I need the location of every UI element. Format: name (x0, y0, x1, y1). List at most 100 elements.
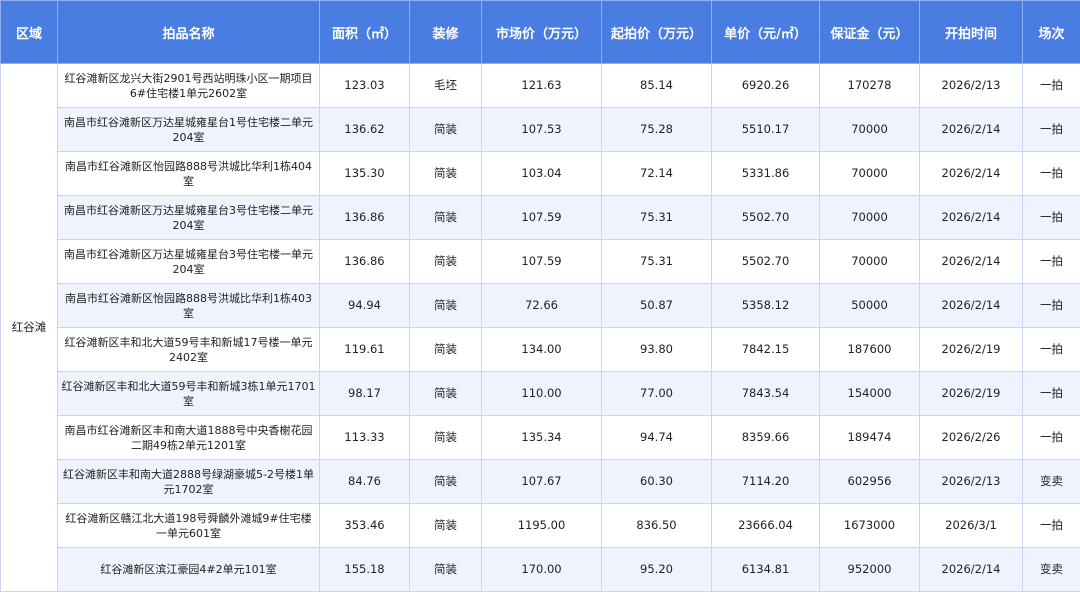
unit-price-cell: 5510.17 (712, 108, 820, 152)
header-row: 区域拍品名称面积（㎡）装修市场价（万元）起拍价（万元）单价（元/㎡）保证金（元）… (1, 1, 1080, 64)
round-cell: 变卖 (1023, 548, 1080, 592)
market-price-cell: 170.00 (482, 548, 602, 592)
area-cell: 353.46 (320, 504, 410, 548)
lot-name-cell: 红谷滩新区丰和南大道2888号绿湖豪城5-2号楼1单元1702室 (58, 460, 320, 504)
market-price-cell: 135.34 (482, 416, 602, 460)
deposit-cell: 187600 (820, 328, 920, 372)
lot-name-cell: 南昌市红谷滩新区万达星城雍星台3号住宅楼二单元204室 (58, 196, 320, 240)
decoration-cell: 简装 (410, 284, 482, 328)
market-price-cell: 103.04 (482, 152, 602, 196)
area-cell: 84.76 (320, 460, 410, 504)
header-unit-price: 单价（元/㎡） (712, 1, 820, 64)
lot-name-cell: 红谷滩新区赣江北大道198号舜麟外滩城9#住宅楼一单元601室 (58, 504, 320, 548)
header-area: 面积（㎡） (320, 1, 410, 64)
deposit-cell: 602956 (820, 460, 920, 504)
header-lot-name: 拍品名称 (58, 1, 320, 64)
area-cell: 98.17 (320, 372, 410, 416)
round-cell: 一拍 (1023, 328, 1080, 372)
lot-name-cell: 南昌市红谷滩新区怡园路888号洪城比华利1栋403室 (58, 284, 320, 328)
table-row: 南昌市红谷滩新区万达星城雍星台3号住宅楼二单元204室136.86简装107.5… (1, 196, 1080, 240)
header-round: 场次 (1023, 1, 1080, 64)
decoration-cell: 简装 (410, 196, 482, 240)
market-price-cell: 110.00 (482, 372, 602, 416)
starting-price-cell: 60.30 (602, 460, 712, 504)
lot-name-cell: 红谷滩新区滨江豪园4#2单元101室 (58, 548, 320, 592)
starting-price-cell: 95.20 (602, 548, 712, 592)
table-row: 南昌市红谷滩新区丰和南大道1888号中央香榭花园二期49栋2单元1201室113… (1, 416, 1080, 460)
round-cell: 一拍 (1023, 372, 1080, 416)
auction-table: 区域拍品名称面积（㎡）装修市场价（万元）起拍价（万元）单价（元/㎡）保证金（元）… (0, 0, 1080, 592)
header-deposit: 保证金（元） (820, 1, 920, 64)
header-starting-price: 起拍价（万元） (602, 1, 712, 64)
auction-date-cell: 2026/2/14 (920, 196, 1023, 240)
starting-price-cell: 75.28 (602, 108, 712, 152)
area-cell: 123.03 (320, 64, 410, 108)
starting-price-cell: 75.31 (602, 196, 712, 240)
unit-price-cell: 5358.12 (712, 284, 820, 328)
auction-date-cell: 2026/3/1 (920, 504, 1023, 548)
table-row: 南昌市红谷滩新区怡园路888号洪城比华利1栋403室94.94简装72.6650… (1, 284, 1080, 328)
lot-name-cell: 红谷滩新区丰和北大道59号丰和新城3栋1单元1701室 (58, 372, 320, 416)
market-price-cell: 134.00 (482, 328, 602, 372)
unit-price-cell: 6920.26 (712, 64, 820, 108)
starting-price-cell: 85.14 (602, 64, 712, 108)
table-row: 红谷滩新区丰和北大道59号丰和新城17号楼一单元2402室119.61简装134… (1, 328, 1080, 372)
unit-price-cell: 5502.70 (712, 196, 820, 240)
auction-date-cell: 2026/2/14 (920, 108, 1023, 152)
area-cell: 136.86 (320, 196, 410, 240)
unit-price-cell: 7842.15 (712, 328, 820, 372)
starting-price-cell: 50.87 (602, 284, 712, 328)
starting-price-cell: 72.14 (602, 152, 712, 196)
table-row: 红谷滩新区丰和南大道2888号绿湖豪城5-2号楼1单元1702室84.76简装1… (1, 460, 1080, 504)
round-cell: 一拍 (1023, 240, 1080, 284)
decoration-cell: 简装 (410, 416, 482, 460)
table-row: 红谷滩新区赣江北大道198号舜麟外滩城9#住宅楼一单元601室353.46简装 1… (1, 504, 1080, 548)
area-cell: 119.61 (320, 328, 410, 372)
auction-date-cell: 2026/2/19 (920, 328, 1023, 372)
table-row: 红谷滩红谷滩新区龙兴大街2901号西站明珠小区一期项目6#住宅楼1单元2602室… (1, 64, 1080, 108)
deposit-cell: 70000 (820, 152, 920, 196)
decoration-cell: 毛坯 (410, 64, 482, 108)
market-price-cell: 107.59 (482, 240, 602, 284)
table-row: 南昌市红谷滩新区怡园路888号洪城比华利1栋404室135.30简装103.04… (1, 152, 1080, 196)
area-cell: 135.30 (320, 152, 410, 196)
auction-date-cell: 2026/2/14 (920, 548, 1023, 592)
deposit-cell: 70000 (820, 240, 920, 284)
deposit-cell: 952000 (820, 548, 920, 592)
deposit-cell: 154000 (820, 372, 920, 416)
table-row: 红谷滩新区丰和北大道59号丰和新城3栋1单元1701室98.17简装110.00… (1, 372, 1080, 416)
auction-date-cell: 2026/2/13 (920, 64, 1023, 108)
decoration-cell: 简装 (410, 240, 482, 284)
starting-price-cell: 93.80 (602, 328, 712, 372)
market-price-cell: 72.66 (482, 284, 602, 328)
decoration-cell: 简装 (410, 328, 482, 372)
header-market-price: 市场价（万元） (482, 1, 602, 64)
area-cell: 155.18 (320, 548, 410, 592)
area-cell: 113.33 (320, 416, 410, 460)
area-cell: 136.86 (320, 240, 410, 284)
auction-date-cell: 2026/2/26 (920, 416, 1023, 460)
round-cell: 一拍 (1023, 284, 1080, 328)
auction-date-cell: 2026/2/13 (920, 460, 1023, 504)
auction-date-cell: 2026/2/14 (920, 284, 1023, 328)
starting-price-cell: 94.74 (602, 416, 712, 460)
decoration-cell: 简装 (410, 372, 482, 416)
table-row: 红谷滩新区滨江豪园4#2单元101室155.18简装170.0095.20613… (1, 548, 1080, 592)
decoration-cell: 简装 (410, 548, 482, 592)
starting-price-cell: 77.00 (602, 372, 712, 416)
lot-name-cell: 南昌市红谷滩新区万达星城雍星台1号住宅楼二单元204室 (58, 108, 320, 152)
deposit-cell: 1673000 (820, 504, 920, 548)
lot-name-cell: 南昌市红谷滩新区怡园路888号洪城比华利1栋404室 (58, 152, 320, 196)
market-price-cell: 107.67 (482, 460, 602, 504)
round-cell: 一拍 (1023, 416, 1080, 460)
table-body: 红谷滩红谷滩新区龙兴大街2901号西站明珠小区一期项目6#住宅楼1单元2602室… (1, 64, 1080, 592)
unit-price-cell: 5502.70 (712, 240, 820, 284)
decoration-cell: 简装 (410, 460, 482, 504)
round-cell: 变卖 (1023, 460, 1080, 504)
unit-price-cell: 7843.54 (712, 372, 820, 416)
market-price-cell: 107.53 (482, 108, 602, 152)
round-cell: 一拍 (1023, 196, 1080, 240)
decoration-cell: 简装 (410, 504, 482, 548)
deposit-cell: 70000 (820, 108, 920, 152)
unit-price-cell: 5331.86 (712, 152, 820, 196)
